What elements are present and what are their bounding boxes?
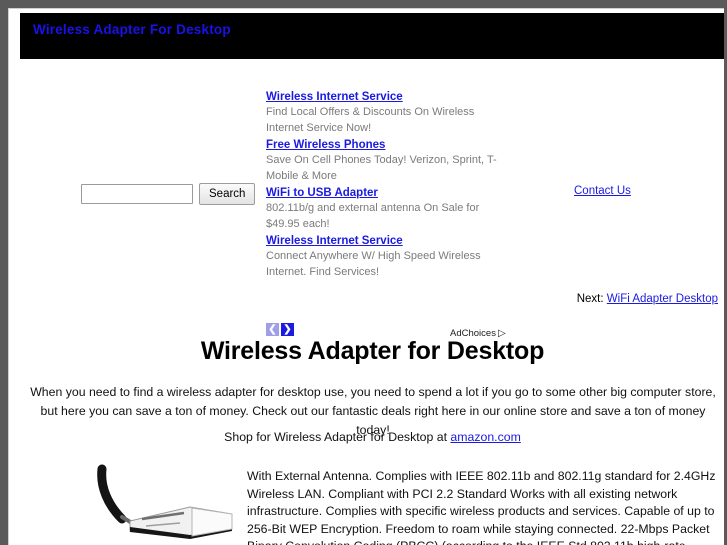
ad-title-link[interactable]: Wireless Internet Service (266, 90, 511, 105)
search-form: Search (81, 183, 256, 205)
shop-prefix: Shop for Wireless Adapter for Desktop at (224, 430, 447, 444)
page-frame: Wireless Adapter For Desktop Wireless In… (8, 8, 724, 545)
search-button[interactable]: Search (199, 183, 256, 205)
next-prefix: Next: (576, 293, 604, 305)
ad-prev-arrow-icon[interactable]: ❮ (266, 323, 279, 336)
ad-item: Free Wireless Phones Save On Cell Phones… (266, 138, 511, 184)
ad-pagination: ❮ ❯ (266, 323, 306, 337)
product-image (72, 457, 242, 545)
ad-item: Wireless Internet Service Find Local Off… (266, 90, 511, 136)
search-input[interactable] (81, 184, 193, 204)
ad-description: Find Local Offers & Discounts On Wireles… (266, 106, 475, 134)
page-title: Wireless Adapter for Desktop (200, 336, 545, 365)
next-page-link[interactable]: WiFi Adapter Desktop (607, 293, 718, 305)
shop-line: Shop for Wireless Adapter for Desktop at… (20, 430, 724, 444)
product-description: With External Antenna. Complies with IEE… (247, 469, 716, 545)
ad-description: Connect Anywhere W/ High Speed Wireless … (266, 250, 481, 278)
amazon-link[interactable]: amazon.com (450, 430, 520, 444)
ad-title-link[interactable]: Wireless Internet Service (266, 234, 511, 249)
ad-title-link[interactable]: Free Wireless Phones (266, 138, 511, 153)
ad-block: Wireless Internet Service Find Local Off… (266, 90, 511, 316)
page-content: Wireless Internet Service Find Local Off… (20, 59, 724, 545)
ad-title-link[interactable]: WiFi to USB Adapter (266, 186, 511, 201)
site-header-bar: Wireless Adapter For Desktop (20, 13, 724, 59)
contact-us-link[interactable]: Contact Us (574, 185, 631, 197)
site-title: Wireless Adapter For Desktop (33, 22, 231, 37)
ad-item: Wireless Internet Service Connect Anywhe… (266, 234, 511, 280)
ad-description: Save On Cell Phones Today! Verizon, Spri… (266, 154, 497, 182)
ad-next-arrow-icon[interactable]: ❯ (281, 323, 294, 336)
ad-description: 802.11b/g and external antenna On Sale f… (266, 202, 480, 230)
ad-item: WiFi to USB Adapter 802.11b/g and extern… (266, 186, 511, 232)
next-navigation: Next: WiFi Adapter Desktop (577, 293, 718, 305)
browser-viewport: Wireless Adapter For Desktop Wireless In… (0, 0, 727, 545)
usb-wireless-adapter-illustration (97, 464, 233, 539)
